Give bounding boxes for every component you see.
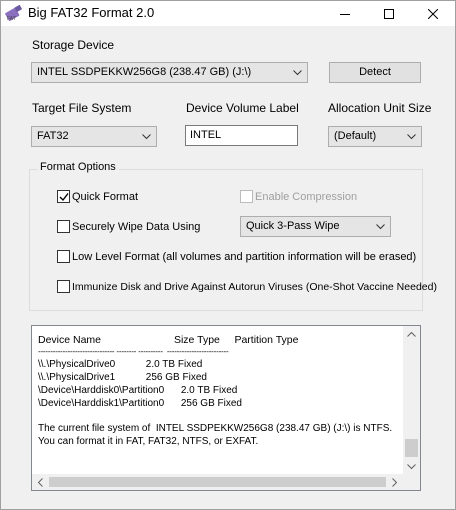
target-file-system-value: FAT32 xyxy=(37,130,69,142)
window-title: Big FAT32 Format 2.0 xyxy=(28,5,155,20)
chevron-down-icon xyxy=(376,224,385,230)
immunize-label[interactable]: Immunize Disk and Drive Against Autorun … xyxy=(72,281,437,293)
wipe-method-value: Quick 3-Pass Wipe xyxy=(246,220,340,232)
checkmark-icon xyxy=(59,193,69,202)
chevron-down-icon xyxy=(293,70,302,76)
allocation-unit-value: (Default) xyxy=(334,130,377,142)
allocation-unit-size-label: Allocation Unit Size xyxy=(328,101,432,115)
wipe-method-dropdown[interactable]: Quick 3-Pass Wipe xyxy=(240,216,391,237)
scroll-up-icon xyxy=(407,331,416,337)
storage-device-value: INTEL SSDPEKKW256G8 (238.47 GB) (J:\) xyxy=(37,66,252,78)
chevron-down-icon xyxy=(407,134,416,140)
output-message-line2: You can format it in FAT, FAT32, NTFS, o… xyxy=(38,436,259,447)
secure-wipe-label[interactable]: Securely Wipe Data Using xyxy=(72,221,200,233)
storage-device-label: Storage Device xyxy=(32,38,115,52)
vertical-scroll-thumb[interactable] xyxy=(405,439,418,457)
usb-drive-icon: FAT xyxy=(5,4,23,22)
app-window: FAT Big FAT32 Format 2.0 Storage Device … xyxy=(0,0,456,510)
horizontal-scroll-thumb[interactable] xyxy=(49,477,386,487)
storage-device-dropdown[interactable]: INTEL SSDPEKKW256G8 (238.47 GB) (J:\) xyxy=(31,62,308,83)
output-header: Device Name Size Type Partition Type xyxy=(38,334,299,346)
scroll-down-icon xyxy=(407,464,416,470)
detect-button[interactable]: Detect xyxy=(329,62,421,83)
quick-format-checkbox[interactable] xyxy=(57,190,70,203)
secure-wipe-checkbox[interactable] xyxy=(57,220,70,233)
scrollbar-corner xyxy=(403,474,420,490)
enable-compression-label: Enable Compression xyxy=(255,191,358,203)
volume-label-input[interactable]: INTEL xyxy=(185,125,298,146)
close-icon xyxy=(428,8,438,19)
close-button[interactable] xyxy=(411,1,455,26)
title-bar[interactable]: FAT Big FAT32 Format 2.0 xyxy=(1,1,455,26)
maximize-button[interactable] xyxy=(367,1,411,26)
list-item: \\.\PhysicalDrive1 256 GB Fixed xyxy=(38,372,207,383)
low-level-format-checkbox[interactable] xyxy=(57,250,70,263)
maximize-icon xyxy=(384,8,394,19)
enable-compression-checkbox xyxy=(240,190,253,203)
target-file-system-label: Target File System xyxy=(32,101,132,115)
horizontal-scrollbar[interactable] xyxy=(32,474,403,490)
output-log[interactable]: Device Name Size Type Partition Type ---… xyxy=(31,325,421,491)
allocation-unit-dropdown[interactable]: (Default) xyxy=(328,126,422,147)
quick-format-label[interactable]: Quick Format xyxy=(72,191,138,203)
immunize-checkbox[interactable] xyxy=(57,280,70,293)
chevron-down-icon xyxy=(142,134,151,140)
list-item: \Device\Harddisk0\Partition0 2.0 TB Fixe… xyxy=(38,385,238,396)
format-options-title: Format Options xyxy=(37,161,119,173)
list-item: \\.\PhysicalDrive0 2.0 TB Fixed xyxy=(38,359,203,370)
low-level-format-label[interactable]: Low Level Format (all volumes and partit… xyxy=(72,251,416,263)
svg-text:FAT: FAT xyxy=(7,16,16,22)
list-item: \Device\Harddisk1\Partition0 256 GB Fixe… xyxy=(38,398,242,409)
minimize-icon xyxy=(340,13,350,15)
output-separator: ------------------------------- --------… xyxy=(38,347,229,356)
scroll-left-icon xyxy=(37,478,43,487)
device-volume-label-label: Device Volume Label xyxy=(186,101,299,115)
vertical-scrollbar[interactable] xyxy=(403,326,420,475)
minimize-button[interactable] xyxy=(323,1,367,26)
output-message-line1: The current file system of INTEL SSDPEKK… xyxy=(38,423,393,434)
target-file-system-dropdown[interactable]: FAT32 xyxy=(31,126,157,147)
scroll-right-icon xyxy=(392,478,398,487)
